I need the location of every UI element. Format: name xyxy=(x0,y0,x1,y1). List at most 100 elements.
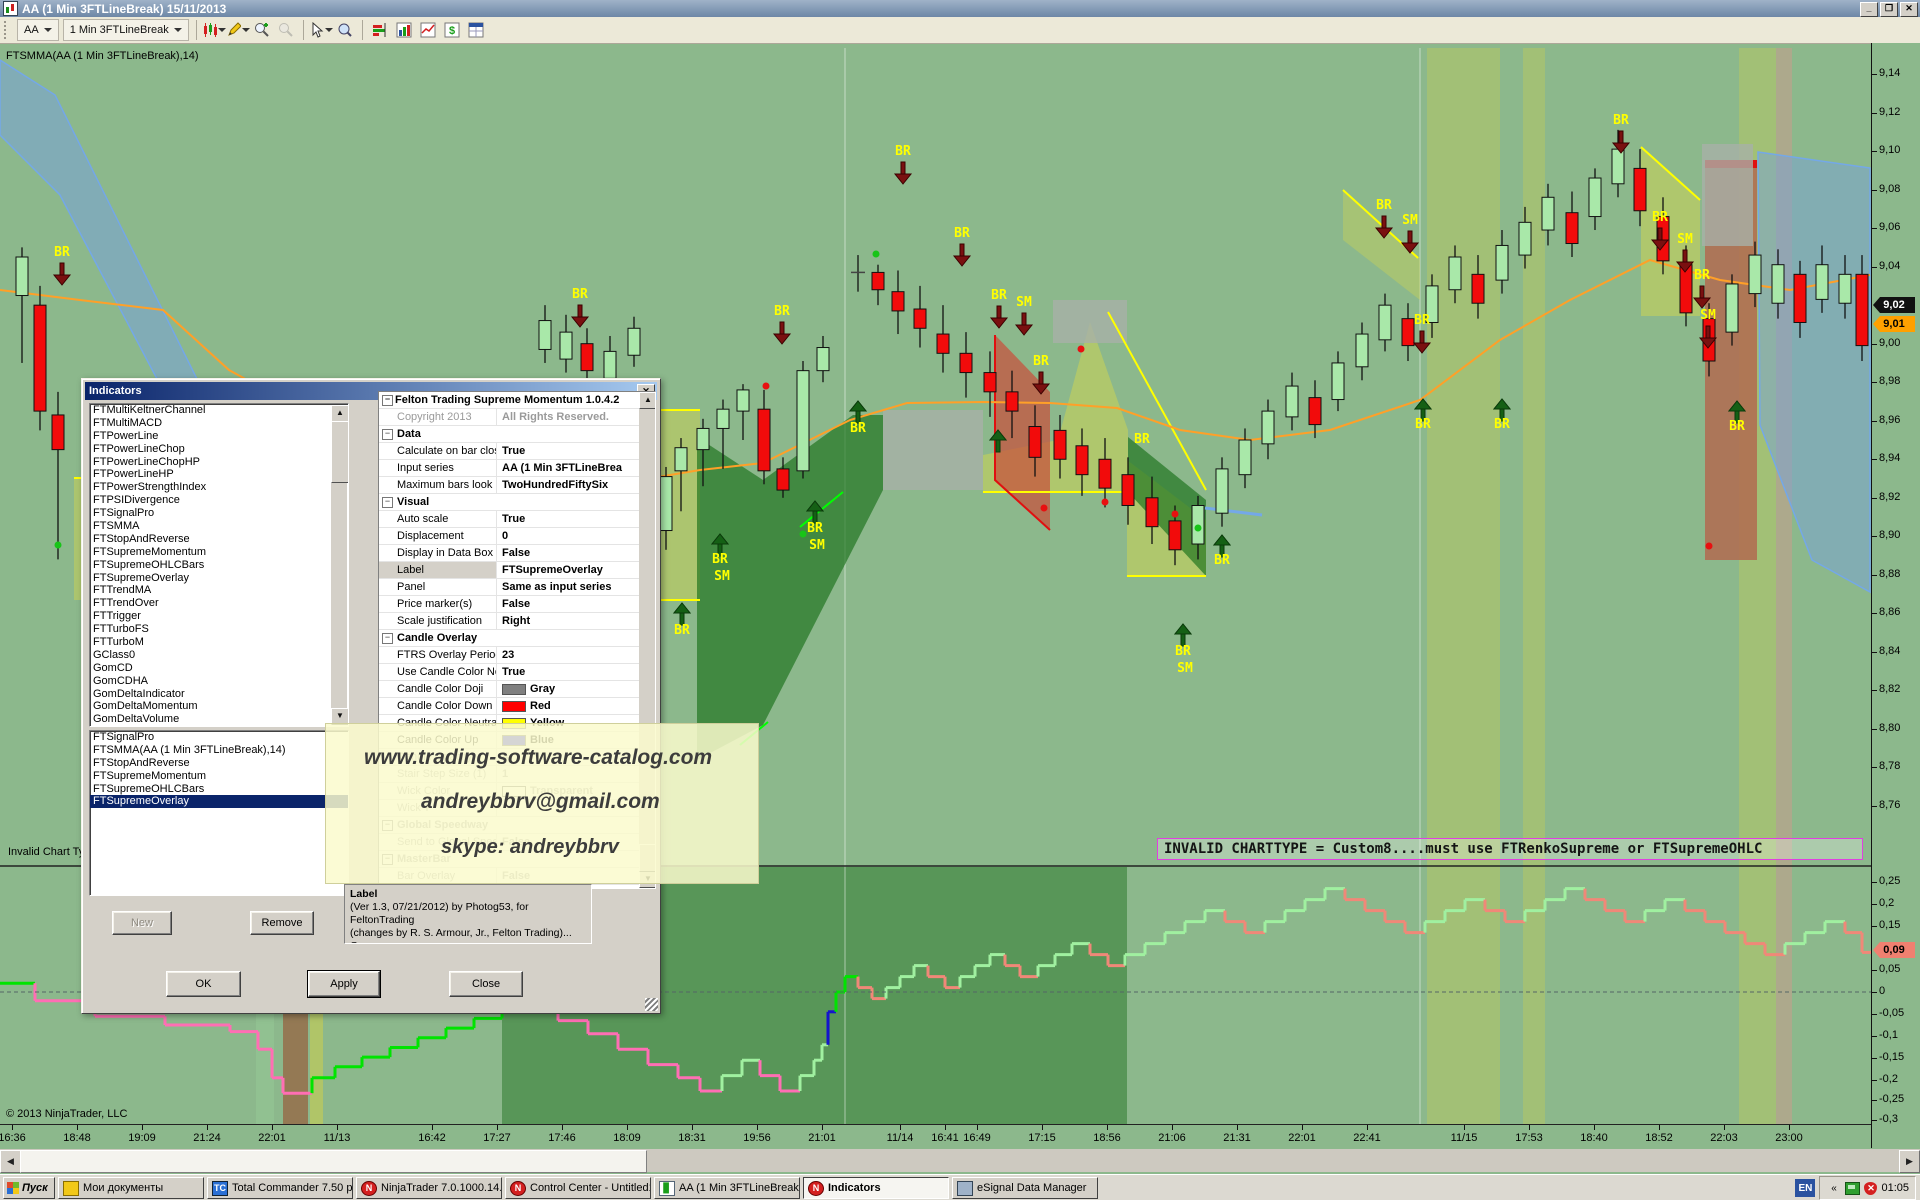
draw-tool-button[interactable] xyxy=(226,19,250,41)
taskbar-button[interactable]: Мои документы xyxy=(58,1177,204,1199)
taskbar-button[interactable]: TCTotal Commander 7.50 p... xyxy=(207,1177,353,1199)
available-indicator-item[interactable]: FTPowerLineHP xyxy=(90,468,348,481)
price-axis[interactable]: 9,149,129,109,089,069,049,008,988,968,94… xyxy=(1871,43,1920,1148)
available-indicator-item[interactable]: FTPowerLineChopHP xyxy=(90,456,348,469)
available-indicator-item[interactable]: GomCDHA xyxy=(90,675,348,688)
new-button[interactable]: New xyxy=(112,911,172,935)
instrument-dropdown[interactable]: AA xyxy=(17,19,59,41)
property-row[interactable]: Calculate on bar closeTrue xyxy=(379,443,655,460)
taskbar-button[interactable]: ▊AA (1 Min 3FTLineBreak) ... xyxy=(654,1177,800,1199)
property-row[interactable]: Price marker(s)False xyxy=(379,596,655,613)
property-category-row[interactable]: −Visual xyxy=(379,494,655,511)
property-row[interactable]: Copyright 2013All Rights Reserved. xyxy=(379,409,655,426)
taskbar-button[interactable]: NIndicators xyxy=(803,1177,949,1199)
applied-indicator-item[interactable]: FTSupremeMomentum xyxy=(90,770,348,783)
network-icon[interactable] xyxy=(1845,1182,1860,1195)
applied-indicator-item[interactable]: FTSupremeOverlay xyxy=(90,795,348,808)
time-axis[interactable]: 16:3618:4819:0921:2422:0111/1316:4217:27… xyxy=(0,1124,1871,1149)
close-dialog-button[interactable]: Close xyxy=(449,971,523,997)
available-indicator-item[interactable]: FTMultiKeltnerChannel xyxy=(90,404,348,417)
available-indicator-item[interactable]: FTMultiMACD xyxy=(90,417,348,430)
chart-trader-button[interactable] xyxy=(416,19,440,41)
start-button[interactable]: Пуск xyxy=(3,1177,55,1199)
window-titlebar[interactable]: AA (1 Min 3FTLineBreak) 15/11/2013 _ ❐ ✕ xyxy=(0,0,1920,17)
available-indicator-item[interactable]: GomDeltaVolume xyxy=(90,713,348,726)
property-row[interactable]: LabelFTSupremeOverlay xyxy=(379,562,655,579)
interval-dropdown[interactable]: 1 Min 3FTLineBreak xyxy=(63,19,189,41)
available-indicator-item[interactable]: FTStopAndReverse xyxy=(90,533,348,546)
svg-text:BR: BR xyxy=(1134,432,1150,447)
available-indicator-item[interactable]: FTTrendOver xyxy=(90,597,348,610)
taskbar-button[interactable]: NNinjaTrader 7.0.1000.14... xyxy=(356,1177,502,1199)
property-row[interactable]: Display in Data BoxFalse xyxy=(379,545,655,562)
property-row[interactable]: Candle Color DownRed xyxy=(379,698,655,715)
applied-indicators-list[interactable]: FTSignalProFTSMMA(AA (1 Min 3FTLineBreak… xyxy=(89,730,349,896)
ok-button[interactable]: OK xyxy=(166,971,241,997)
property-category-row[interactable]: −Data xyxy=(379,426,655,443)
applied-indicator-item[interactable]: FTStopAndReverse xyxy=(90,757,348,770)
available-indicator-item[interactable]: FTPowerLine xyxy=(90,430,348,443)
market-analyzer-button[interactable] xyxy=(368,19,392,41)
scroll-right-button[interactable]: ▶ xyxy=(1899,1150,1920,1173)
available-indicator-item[interactable]: GClass0 xyxy=(90,649,348,662)
available-indicator-item[interactable]: FTPowerLineChop xyxy=(90,443,348,456)
svg-text:$: $ xyxy=(449,25,455,37)
close-button[interactable]: ✕ xyxy=(1900,2,1918,17)
available-indicator-item[interactable]: FTTurboM xyxy=(90,636,348,649)
list-scrollbar[interactable]: ▲ ▼ xyxy=(331,405,347,725)
data-box-button[interactable] xyxy=(333,19,357,41)
zoom-out-button-disabled[interactable] xyxy=(274,19,298,41)
scroll-up-arrow[interactable]: ▲ xyxy=(639,392,656,409)
applied-indicator-item[interactable]: FTSignalPro xyxy=(90,731,348,744)
property-row[interactable]: Use Candle Color NeutrTrue xyxy=(379,664,655,681)
property-row[interactable]: Candle Color DojiGray xyxy=(379,681,655,698)
remove-button[interactable]: Remove xyxy=(250,911,314,935)
property-row[interactable]: Scale justificationRight xyxy=(379,613,655,630)
account-button[interactable]: $ xyxy=(440,19,464,41)
security-alert-icon[interactable]: ✕ xyxy=(1864,1182,1877,1195)
horizontal-scrollbar[interactable]: ◀ ▶ xyxy=(0,1149,1920,1172)
resize-grip[interactable] xyxy=(645,998,658,1011)
available-indicator-item[interactable]: GomDeltaMomentum xyxy=(90,700,348,713)
zoom-in-button[interactable] xyxy=(250,19,274,41)
cursor-tool-button[interactable] xyxy=(309,19,333,41)
scrollbar-thumb[interactable] xyxy=(20,1150,647,1173)
scrollbar-thumb[interactable] xyxy=(331,421,349,483)
property-row[interactable]: Input seriesAA (1 Min 3FTLineBrea xyxy=(379,460,655,477)
minimize-button[interactable]: _ xyxy=(1860,2,1878,17)
available-indicators-list[interactable]: FTMultiKeltnerChannelFTMultiMACDFTPowerL… xyxy=(89,403,349,727)
tray-chevron-icon[interactable]: « xyxy=(1826,1181,1841,1195)
available-indicator-item[interactable]: FTSupremeOverlay xyxy=(90,572,348,585)
property-category-row[interactable]: −Candle Overlay xyxy=(379,630,655,647)
scroll-left-button[interactable]: ◀ xyxy=(0,1150,21,1173)
scroll-up-arrow[interactable]: ▲ xyxy=(331,405,349,422)
available-indicator-item[interactable]: GomDeltaIndicator xyxy=(90,688,348,701)
chart-style-button[interactable] xyxy=(202,19,226,41)
available-indicator-item[interactable]: FTTrigger xyxy=(90,610,348,623)
property-row[interactable]: FTRS Overlay Period23 xyxy=(379,647,655,664)
property-row[interactable]: Maximum bars look baclTwoHundredFiftySix xyxy=(379,477,655,494)
apply-button[interactable]: Apply xyxy=(308,971,380,997)
available-indicator-item[interactable]: FTTurboFS xyxy=(90,623,348,636)
property-row[interactable]: Displacement0 xyxy=(379,528,655,545)
available-indicator-item[interactable]: GomCD xyxy=(90,662,348,675)
available-indicator-item[interactable]: FTSMMA xyxy=(90,520,348,533)
chart-window-button[interactable] xyxy=(392,19,416,41)
available-indicator-item[interactable]: FTSupremeOHLCBars xyxy=(90,559,348,572)
applied-indicator-item[interactable]: FTSMMA(AA (1 Min 3FTLineBreak),14) xyxy=(90,744,348,757)
toolbar-grip[interactable] xyxy=(4,21,11,39)
restore-button[interactable]: ❐ xyxy=(1880,2,1898,17)
property-row[interactable]: PanelSame as input series xyxy=(379,579,655,596)
available-indicator-item[interactable]: FTPSIDivergence xyxy=(90,494,348,507)
taskbar-button[interactable]: eSignal Data Manager xyxy=(952,1177,1098,1199)
properties-button[interactable] xyxy=(464,19,488,41)
property-row[interactable]: Auto scaleTrue xyxy=(379,511,655,528)
applied-indicator-item[interactable]: FTSupremeOHLCBars xyxy=(90,783,348,796)
available-indicator-item[interactable]: FTSupremeMomentum xyxy=(90,546,348,559)
available-indicator-item[interactable]: FTTrendMA xyxy=(90,584,348,597)
available-indicator-item[interactable]: FTSignalPro xyxy=(90,507,348,520)
taskbar-button[interactable]: NControl Center - Untitled1 xyxy=(505,1177,651,1199)
language-indicator[interactable]: EN xyxy=(1795,1179,1815,1197)
time-tick xyxy=(977,1125,978,1130)
available-indicator-item[interactable]: FTPowerStrengthIndex xyxy=(90,481,348,494)
